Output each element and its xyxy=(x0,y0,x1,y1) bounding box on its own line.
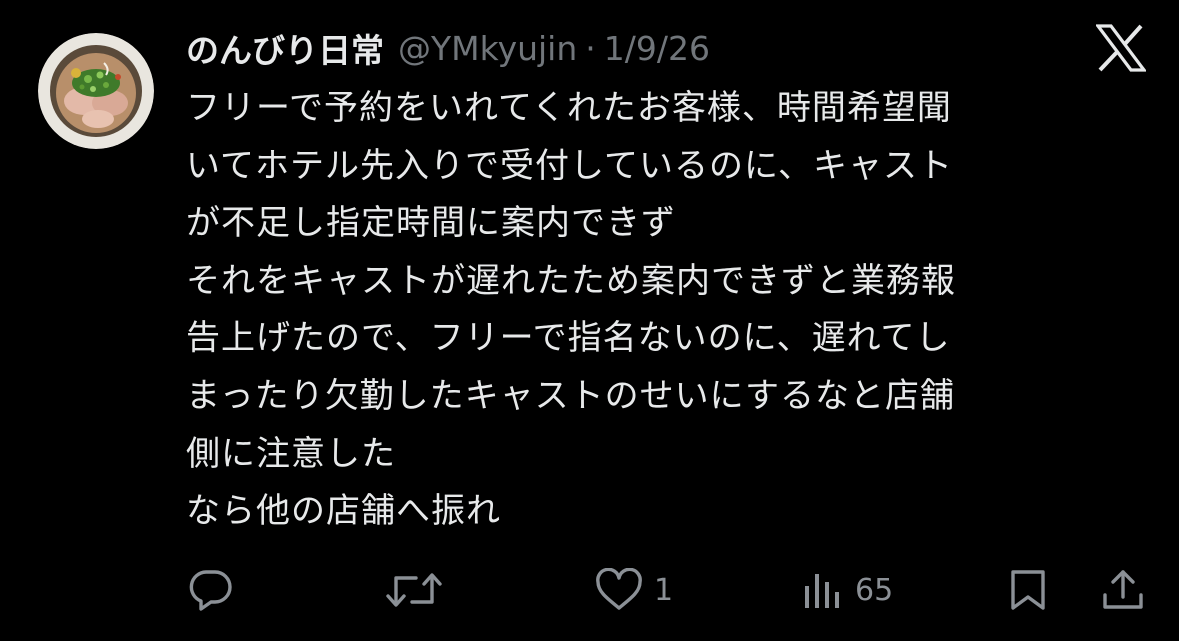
tweet-text-line: まったり欠勤したキャストのせいにするなと店舗 xyxy=(186,375,955,416)
share-icon xyxy=(1103,570,1143,609)
views-button[interactable]: 65 xyxy=(801,560,893,620)
tweet-text-line: 告上げたので、フリーで指名ないのに、遅れてし xyxy=(186,318,951,359)
tweet-text-line: それをキャストが遅れたため案内できずと業務報 xyxy=(186,260,956,301)
tweet-card: のんびり日常 @YMkyujin · 1/9/26 フリーで予約をいれてくれたお… xyxy=(0,0,1179,641)
bookmark-icon xyxy=(1011,570,1045,610)
share-button[interactable] xyxy=(1100,560,1146,620)
tweet-date[interactable]: 1/9/26 xyxy=(604,29,710,68)
tweet-text-line: が不足し指定時間に案内できず xyxy=(186,203,676,244)
reply-icon xyxy=(189,570,232,611)
views-icon xyxy=(805,574,839,608)
tweet-action-bar: 1 65 xyxy=(0,560,1179,620)
retweet-icon xyxy=(386,573,442,607)
heart-icon xyxy=(596,568,642,610)
header-separator: · xyxy=(585,28,596,68)
views-count: 65 xyxy=(855,572,894,608)
avatar-food-bowl-icon xyxy=(38,33,154,149)
like-count: 1 xyxy=(654,572,674,608)
retweet-button[interactable] xyxy=(386,560,452,620)
author-display-name[interactable]: のんびり日常 xyxy=(186,24,384,72)
tweet-text-line: いてホテル先入りで受付しているのに、キャスト xyxy=(186,145,953,186)
reply-button[interactable] xyxy=(187,560,243,620)
avatar[interactable] xyxy=(38,33,154,149)
like-button[interactable]: 1 xyxy=(594,560,673,620)
bookmark-button[interactable] xyxy=(1008,560,1048,620)
tweet-header: のんびり日常 @YMkyujin · 1/9/26 xyxy=(186,24,710,72)
tweet-text: フリーで予約をいれてくれたお客様、時間希望聞 いてホテル先入りで受付しているのに… xyxy=(186,80,1126,541)
tweet-text-line: なら他の店舗へ振れ xyxy=(186,491,501,532)
author-handle[interactable]: @YMkyujin xyxy=(398,29,577,68)
x-logo-icon[interactable] xyxy=(1094,24,1148,72)
tweet-text-line: 側に注意した xyxy=(186,433,396,474)
tweet-text-line: フリーで予約をいれてくれたお客様、時間希望聞 xyxy=(186,88,952,128)
